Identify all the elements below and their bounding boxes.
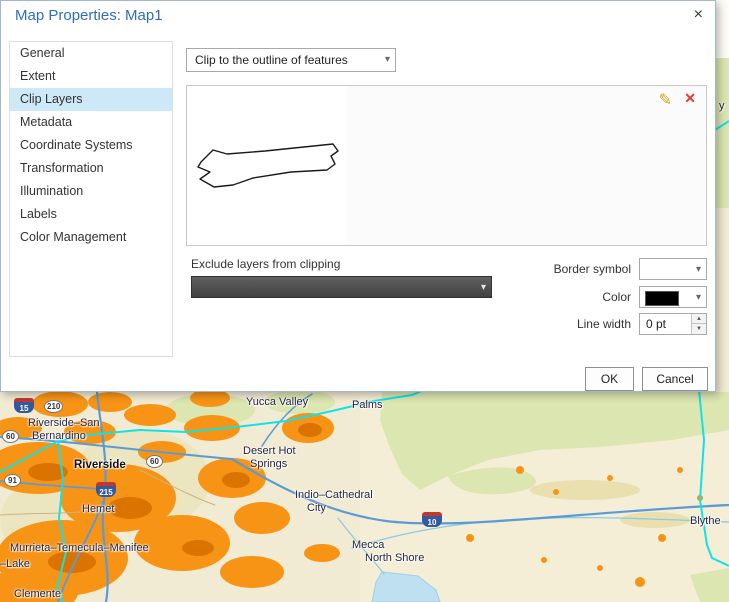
sliver-green <box>715 58 729 208</box>
sidebar-item-illumination[interactable]: Illumination <box>10 180 172 203</box>
sidebar-item-clip-layers[interactable]: Clip Layers <box>10 88 172 111</box>
clip-mode-value: Clip to the outline of features <box>195 53 348 67</box>
border-symbol-label: Border symbol <box>553 262 631 276</box>
sidebar-item-extent[interactable]: Extent <box>10 65 172 88</box>
map-properties-dialog: Map Properties: Map1 × General Extent Clip… <box>0 0 716 392</box>
spinner-buttons: ▲ ▼ <box>691 314 706 334</box>
spin-down-icon[interactable]: ▼ <box>692 324 706 334</box>
spin-up-icon[interactable]: ▲ <box>692 314 706 324</box>
exclude-layers-dropdown[interactable]: ▾ <box>191 276 492 298</box>
line-width-stepper[interactable]: 0 pt ▲ ▼ <box>639 313 707 335</box>
close-icon[interactable]: × <box>694 7 703 23</box>
sidebar-item-coordinate-systems[interactable]: Coordinate Systems <box>10 134 172 157</box>
ok-button[interactable]: OK <box>585 367 634 391</box>
line-width-value: 0 pt <box>646 317 667 331</box>
chevron-down-icon: ▾ <box>384 54 390 65</box>
line-width-label: Line width <box>576 317 631 331</box>
sliver-light <box>715 0 729 58</box>
clip-shape-sketch <box>197 143 339 188</box>
border-symbol-dropdown[interactable]: ▾ <box>639 258 707 280</box>
clip-shape-preview: ✎ ✕ <box>186 85 707 246</box>
color-label: Color <box>602 290 631 304</box>
color-swatch <box>645 291 679 306</box>
sidebar-item-general[interactable]: General <box>10 42 172 65</box>
chevron-down-icon: ▾ <box>695 291 701 303</box>
sidebar-item-color-management[interactable]: Color Management <box>10 226 172 249</box>
pencil-icon[interactable]: ✎ <box>659 90 672 110</box>
chevron-down-icon: ▾ <box>480 281 486 293</box>
clip-shape-canvas <box>187 86 347 245</box>
chevron-down-icon: ▾ <box>695 263 701 275</box>
delete-icon[interactable]: ✕ <box>684 90 696 107</box>
sidebar-list: General Extent Clip Layers Metadata Coordina… <box>9 41 173 357</box>
cancel-button[interactable]: Cancel <box>642 367 708 391</box>
sidebar-item-transformation[interactable]: Transformation <box>10 157 172 180</box>
clip-mode-dropdown[interactable]: Clip to the outline of features ▾ <box>186 48 396 72</box>
dialog-title: Map Properties: Map1 <box>15 7 163 24</box>
color-dropdown[interactable]: ▾ <box>639 286 707 308</box>
sidebar-item-metadata[interactable]: Metadata <box>10 111 172 134</box>
sidebar-item-labels[interactable]: Labels <box>10 203 172 226</box>
exclude-layers-label: Exclude layers from clipping <box>191 257 341 271</box>
